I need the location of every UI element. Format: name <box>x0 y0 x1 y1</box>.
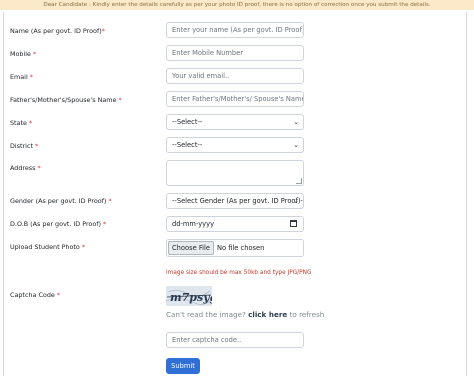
choose-file-button[interactable]: Choose File <box>168 241 215 255</box>
gender-label: Gender (As per govt. ID Proof) * <box>10 197 112 205</box>
mobile-label-text: Mobile <box>10 50 31 58</box>
captcha-label: Captcha Code * <box>10 291 60 299</box>
captcha-text: m7psyg <box>170 291 212 304</box>
district-label: District * <box>10 142 38 150</box>
address-label-text: Address <box>10 164 36 172</box>
photo-size-hint: Image size should be max 50kb and type J… <box>166 270 312 276</box>
required-mark: * <box>37 164 41 172</box>
refresh-suffix: to refresh <box>289 310 325 319</box>
chevron-down-icon: ⌄ <box>293 118 299 126</box>
gender-label-text: Gender (As per govt. ID Proof) <box>10 197 107 205</box>
required-mark: * <box>118 96 122 104</box>
photo-label: Upload Student Photo * <box>10 243 85 251</box>
district-select-value: --Select-- <box>172 141 203 149</box>
form-border-right <box>466 12 467 376</box>
gender-select-value: --Select Gender (As per govt. ID Proof)-… <box>172 197 304 205</box>
required-mark: * <box>108 197 112 205</box>
address-textarea[interactable] <box>166 160 304 186</box>
guardian-name-input[interactable]: Enter Father's/Mother's/ Spouse's Name <box>166 91 304 107</box>
state-select-value: --Select-- <box>172 118 203 126</box>
required-mark: * <box>56 291 61 299</box>
district-select[interactable]: --Select-- ⌄ <box>166 137 304 153</box>
state-label-text: State <box>10 119 27 127</box>
guardian-label-text: Father's/Mother's/Spouse's Name <box>10 96 117 104</box>
required-mark: * <box>29 73 33 81</box>
required-mark: * <box>103 220 107 228</box>
dob-placeholder: dd-mm-yyyy <box>172 220 215 228</box>
email-label: Email * <box>10 73 33 81</box>
dob-input[interactable]: dd-mm-yyyy <box>166 216 304 232</box>
name-label: Name (As per govt. ID Proof)* <box>10 27 105 35</box>
required-mark: * <box>101 27 105 35</box>
required-mark: * <box>81 243 86 251</box>
name-input[interactable]: Enter your name (As per govt. ID Proof) <box>166 22 304 38</box>
required-mark: * <box>35 142 39 150</box>
state-label: State * <box>10 119 32 127</box>
captcha-image: m7psyg <box>166 286 212 306</box>
submit-button[interactable]: Submit <box>166 358 200 374</box>
dob-label-text: D.O.B (As per govt. ID Proof) <box>10 220 101 228</box>
dob-label: D.O.B (As per govt. ID Proof) * <box>10 220 106 228</box>
required-mark: * <box>33 50 37 58</box>
required-mark: * <box>28 119 33 127</box>
gender-select[interactable]: --Select Gender (As per govt. ID Proof)-… <box>166 193 304 209</box>
email-input[interactable]: Your valid email.. <box>166 68 304 84</box>
name-label-text: Name (As per govt. ID Proof) <box>10 27 102 35</box>
calendar-icon[interactable] <box>290 220 297 227</box>
email-label-text: Email <box>10 73 28 81</box>
address-label: Address * <box>10 164 41 172</box>
captcha-label-text: Captcha Code <box>10 291 55 299</box>
guardian-label: Father's/Mother's/Spouse's Name * <box>10 96 122 104</box>
refresh-captcha-link[interactable]: click here <box>248 310 287 319</box>
district-label-text: District <box>10 142 33 150</box>
captcha-refresh-line: Can't read the image? click here to refr… <box>166 310 324 319</box>
notice-banner: Dear Candidate : Kindly enter the detail… <box>0 0 474 10</box>
refresh-prefix: Can't read the image? <box>166 310 246 319</box>
captcha-input[interactable]: Enter captcha code.. <box>166 332 304 348</box>
photo-label-text: Upload Student Photo <box>10 243 80 251</box>
chevron-down-icon: ⌄ <box>293 141 299 149</box>
state-select[interactable]: --Select-- ⌄ <box>166 114 304 130</box>
form-border-left <box>3 12 4 376</box>
mobile-label: Mobile * <box>10 50 36 58</box>
file-status: No file chosen <box>217 244 265 252</box>
mobile-input[interactable]: Enter Mobile Number <box>166 45 304 61</box>
photo-file-input[interactable]: Choose File No file chosen <box>166 239 304 257</box>
resize-handle-icon[interactable] <box>296 178 302 184</box>
chevron-down-icon: ⌄ <box>293 197 299 205</box>
